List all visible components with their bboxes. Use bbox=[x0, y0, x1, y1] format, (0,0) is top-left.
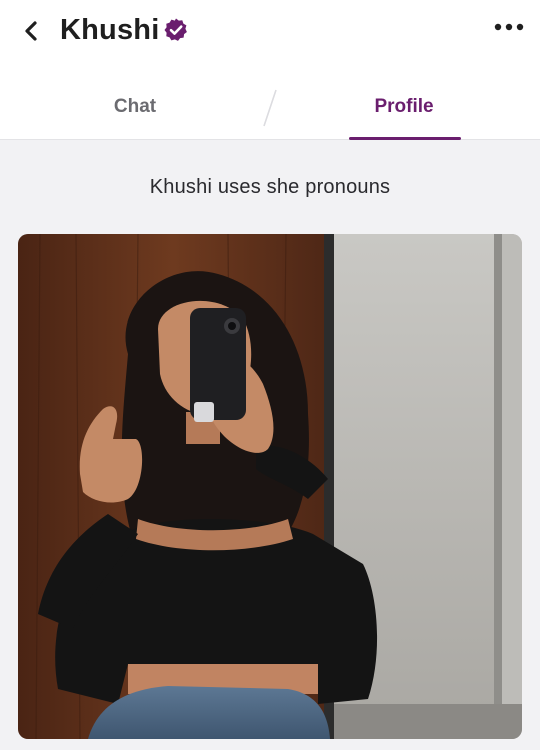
more-options-button[interactable] bbox=[492, 12, 526, 42]
profile-photo[interactable] bbox=[18, 234, 522, 739]
profile-photo-illustration bbox=[18, 234, 522, 739]
tab-bar: Chat Profile bbox=[0, 80, 540, 140]
tab-profile[interactable]: Profile bbox=[314, 80, 494, 140]
header-title-group: Khushi bbox=[60, 10, 189, 50]
page-title: Khushi bbox=[60, 13, 160, 46]
active-tab-indicator bbox=[349, 137, 461, 140]
tab-chat-label: Chat bbox=[113, 96, 157, 117]
chevron-left-icon bbox=[25, 21, 37, 41]
verified-badge-icon bbox=[163, 17, 189, 43]
tab-chat[interactable]: Chat bbox=[45, 80, 225, 140]
top-app-bar: Khushi Chat Profile bbox=[0, 0, 540, 140]
tab-profile-label: Profile bbox=[374, 96, 434, 117]
more-horizontal-icon bbox=[494, 23, 524, 31]
back-button[interactable] bbox=[14, 14, 48, 48]
pronouns-text: Khushi uses she pronouns bbox=[149, 176, 391, 198]
tab-divider bbox=[263, 89, 277, 127]
